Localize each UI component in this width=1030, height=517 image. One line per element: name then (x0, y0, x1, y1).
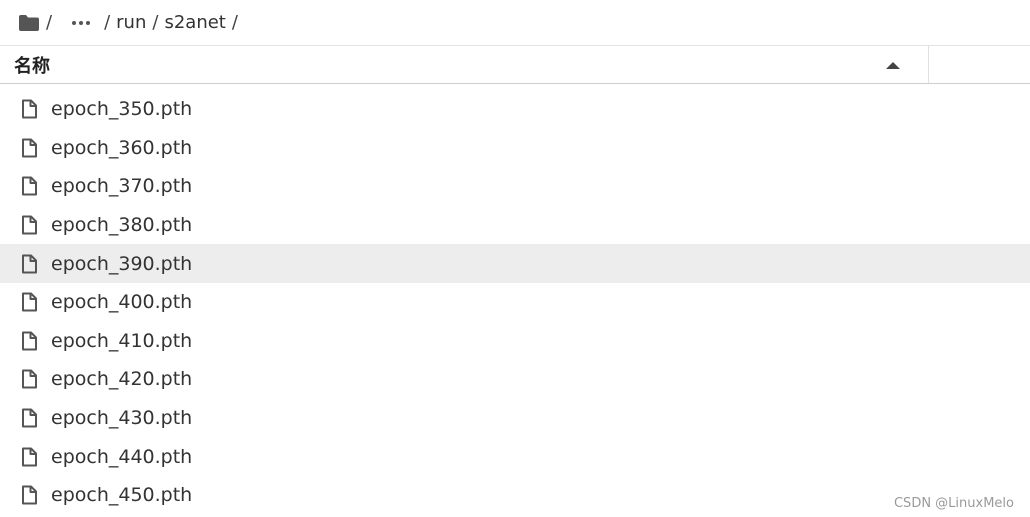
file-icon (19, 485, 39, 505)
file-name[interactable]: epoch_380.pth (51, 214, 192, 236)
list-item[interactable]: epoch_380.pth (0, 206, 1030, 245)
breadcrumb-item-s2anet[interactable]: s2anet (164, 12, 225, 33)
breadcrumb-item-run[interactable]: run (116, 12, 146, 33)
breadcrumb-separator: / (152, 12, 159, 33)
file-name[interactable]: epoch_370.pth (51, 175, 192, 197)
breadcrumb-separator: / (104, 12, 111, 33)
table-header: 名称 (0, 45, 1030, 84)
file-icon (19, 369, 39, 389)
folder-icon[interactable] (18, 14, 40, 32)
file-icon (19, 176, 39, 196)
list-item[interactable]: epoch_390.pth (0, 244, 1030, 283)
file-name[interactable]: epoch_400.pth (51, 291, 192, 313)
file-icon (19, 447, 39, 467)
file-icon (19, 254, 39, 274)
file-name[interactable]: epoch_440.pth (51, 446, 192, 468)
file-icon (19, 408, 39, 428)
list-item[interactable]: epoch_420.pth (0, 360, 1030, 399)
list-item[interactable]: epoch_450.pth (0, 476, 1030, 515)
list-item[interactable]: epoch_360.pth (0, 129, 1030, 168)
file-name[interactable]: epoch_420.pth (51, 368, 192, 390)
file-list: epoch_350.pth epoch_360.pth epoch_370.pthe… (0, 90, 1030, 515)
watermark: CSDN @LinuxMelo (893, 496, 1014, 511)
breadcrumb: / / run / s2anet / (0, 0, 1030, 45)
breadcrumb-separator: / (231, 12, 238, 33)
list-item[interactable]: epoch_350.pth (0, 90, 1030, 129)
file-icon (19, 99, 39, 119)
list-item[interactable]: epoch_440.pth (0, 437, 1030, 476)
more-horizontal-icon[interactable] (72, 20, 91, 25)
breadcrumb-separator: / (46, 12, 53, 33)
list-item[interactable]: epoch_370.pth (0, 167, 1030, 206)
list-item[interactable]: epoch_430.pth (0, 399, 1030, 438)
column-header-name[interactable]: 名称 (0, 46, 929, 83)
file-icon (19, 292, 39, 312)
file-icon (19, 215, 39, 235)
list-item[interactable]: epoch_400.pth (0, 283, 1030, 322)
file-name[interactable]: epoch_360.pth (51, 137, 192, 159)
file-name[interactable]: epoch_350.pth (51, 98, 192, 120)
list-item[interactable]: epoch_410.pth (0, 322, 1030, 361)
column-header-name-label: 名称 (14, 55, 50, 77)
file-icon (19, 331, 39, 351)
column-header-extra[interactable] (929, 46, 1030, 83)
file-icon (19, 138, 39, 158)
file-name[interactable]: epoch_450.pth (51, 484, 192, 506)
sort-ascending-icon[interactable] (886, 62, 900, 69)
file-name[interactable]: epoch_410.pth (51, 330, 192, 352)
file-name[interactable]: epoch_390.pth (51, 253, 192, 275)
file-name[interactable]: epoch_430.pth (51, 407, 192, 429)
